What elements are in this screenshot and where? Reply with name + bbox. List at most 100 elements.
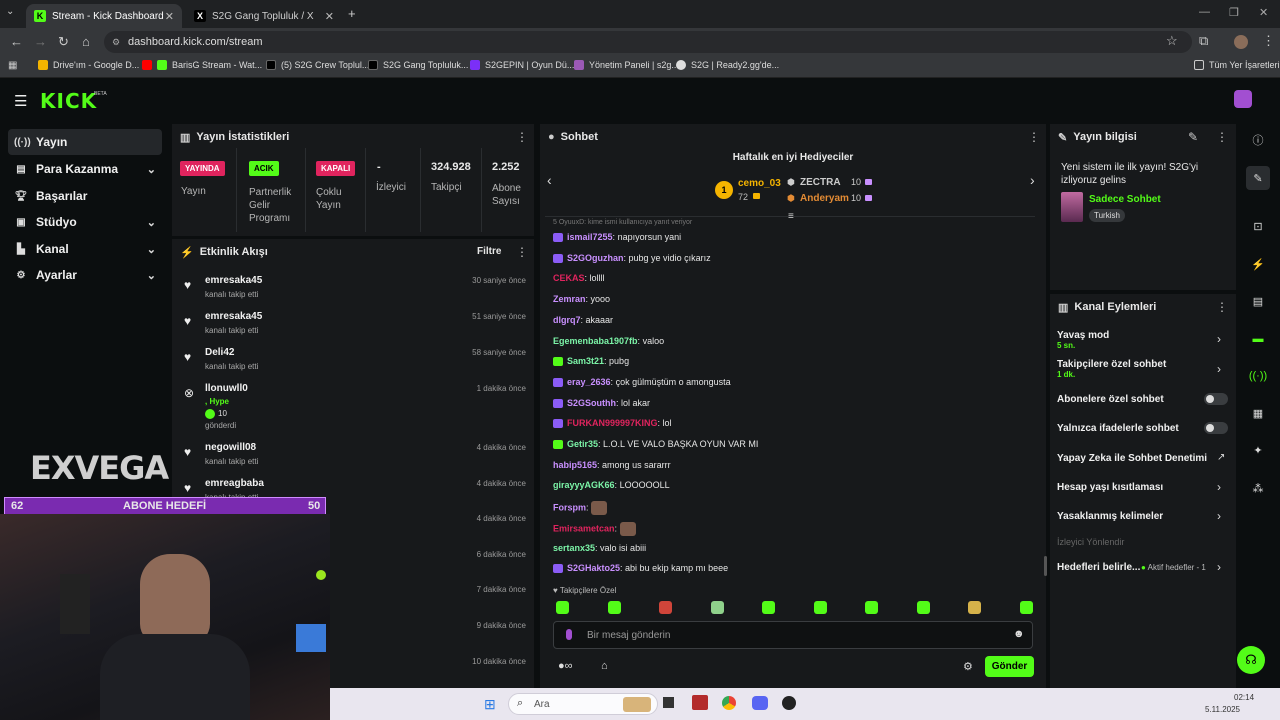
activity-item[interactable]: ♥ Deli42 kanalı takip etti 58 saniye önce: [180, 344, 530, 380]
quick-emote[interactable]: [813, 601, 827, 614]
capture-icon[interactable]: ⊡: [1246, 214, 1270, 238]
bookmark-star-icon[interactable]: ☆: [1166, 33, 1178, 49]
tab-kick-dashboard[interactable]: K Stream - Kick Dashboard ✕: [26, 4, 182, 28]
forward-icon[interactable]: →: [34, 34, 47, 49]
extensions-icon[interactable]: ⧉: [1199, 33, 1208, 49]
external-link-icon[interactable]: ↗: [1217, 452, 1225, 463]
activity-user[interactable]: emresaka45: [205, 311, 262, 322]
hamburger-menu-icon[interactable]: ☰: [14, 92, 27, 110]
bookmark-x-crew[interactable]: (5) S2G Crew Toplul...: [266, 60, 369, 70]
chat-message[interactable]: S2GHakto25: abi bu ekip kamp mı beee: [553, 563, 728, 574]
quick-emote[interactable]: [659, 601, 672, 614]
slow-mode-item[interactable]: Yavaş mod 5 sn.: [1057, 330, 1109, 350]
chevron-right-icon[interactable]: ›: [1217, 480, 1221, 494]
chat-message[interactable]: S2GSouthh: lol akar: [553, 398, 650, 408]
quick-emote[interactable]: [916, 601, 930, 614]
browser-menu-icon[interactable]: ⋮: [1262, 33, 1275, 49]
chat-icon[interactable]: ▬: [1246, 327, 1270, 351]
sidebar-item-yayin[interactable]: ((·)) Yayın: [8, 129, 162, 155]
chat-message[interactable]: eray_2636: çok gülmüştüm o amongusta: [553, 377, 731, 388]
bookmark-panel[interactable]: Yönetim Paneli | s2g...: [574, 60, 679, 70]
chevron-left-icon[interactable]: ‹: [547, 172, 552, 188]
quick-emote[interactable]: [1019, 601, 1033, 614]
bolt-icon[interactable]: ⚡: [1246, 252, 1270, 276]
broadcast-icon[interactable]: ((·)): [1246, 364, 1270, 388]
chat-username[interactable]: Sam3t21: [567, 356, 604, 366]
chat-username[interactable]: sertanx35: [553, 543, 595, 553]
followers-only-item[interactable]: Takipçilere özel sohbet 1 dk.: [1057, 359, 1166, 379]
kicks-icon[interactable]: ●∞: [558, 660, 573, 672]
sidebar-item-basarilar[interactable]: 🏆︎ Başarılar: [8, 183, 162, 209]
chat-message[interactable]: dlgrq7: akaaar: [553, 315, 613, 325]
chat-message[interactable]: Forspm:: [553, 501, 608, 516]
chat-menu-icon[interactable]: ⋮: [1028, 130, 1040, 144]
quick-emote[interactable]: [710, 601, 724, 614]
chrome-icon[interactable]: [722, 696, 736, 710]
quick-emote[interactable]: [762, 601, 775, 614]
quick-emote[interactable]: [607, 601, 621, 614]
banned-words-item[interactable]: Yasaklanmış kelimeler: [1057, 511, 1163, 522]
window-close-icon[interactable]: ✕: [1259, 6, 1268, 19]
info-icon[interactable]: ⓘ: [1246, 128, 1270, 152]
community-icon[interactable]: ⁂: [1246, 476, 1270, 500]
chat-message[interactable]: Sam3t21: pubg: [553, 356, 629, 367]
layout-icon[interactable]: ▦: [1246, 401, 1270, 425]
notes-icon[interactable]: ▤: [1246, 289, 1270, 313]
chat-username[interactable]: Getir35: [567, 439, 598, 449]
send-button[interactable]: Gönder: [985, 656, 1034, 677]
reload-icon[interactable]: ↻: [58, 34, 69, 50]
chevron-right-icon[interactable]: ›: [1217, 362, 1221, 376]
chevron-right-icon[interactable]: ›: [1217, 332, 1221, 346]
set-goals-item[interactable]: Hedefleri belirle...: [1057, 562, 1140, 573]
store-icon[interactable]: ⌂: [601, 660, 608, 672]
ai-moderation-item[interactable]: Yapay Zeka ile Sohbet Denetimi: [1057, 453, 1207, 464]
emotes-only-toggle[interactable]: [1204, 422, 1228, 434]
bookmark-ready2gg[interactable]: S2G | Ready2.gg'de...: [676, 60, 779, 70]
close-icon[interactable]: ✕: [325, 10, 334, 23]
chat-message[interactable]: Getir35: L.O.L VE VALO BAŞKA OYUN VAR MI: [553, 439, 758, 450]
bookmark-x-gang[interactable]: S2G Gang Topluluk...: [368, 60, 468, 70]
chat-username[interactable]: girayyyAGK66: [553, 480, 615, 490]
chat-username[interactable]: Forspm: [553, 502, 586, 512]
back-icon[interactable]: ←: [10, 34, 23, 49]
clock-time[interactable]: 02:14: [1234, 693, 1254, 702]
stats-menu-icon[interactable]: ⋮: [516, 130, 528, 144]
site-info-icon[interactable]: ⚙: [112, 31, 120, 53]
chat-message[interactable]: FURKAN999997KING: lol: [553, 418, 672, 429]
new-tab-icon[interactable]: +: [348, 6, 356, 21]
discord-icon[interactable]: [752, 696, 768, 710]
maximize-icon[interactable]: ❐: [1229, 6, 1239, 19]
chevron-right-icon[interactable]: ›: [1030, 172, 1035, 188]
bookmark-drive[interactable]: Drive'ım - Google D...: [38, 60, 139, 70]
chat-username[interactable]: FURKAN999997KING: [567, 418, 658, 428]
activity-user[interactable]: negowill08: [205, 442, 256, 453]
app-badge-icon[interactable]: [692, 695, 708, 710]
activity-item[interactable]: ♥ emresaka45 kanalı takip etti 51 saniye ön…: [180, 308, 530, 344]
apps-icon[interactable]: ▦: [8, 60, 17, 71]
activity-item[interactable]: ⊗ llonuwll0 , Hype 10 gönderdi 1 dakika önce: [180, 380, 530, 430]
emoji-icon[interactable]: ☻: [1013, 628, 1025, 640]
stream-info-menu-icon[interactable]: ⋮: [1216, 130, 1228, 144]
app-icon[interactable]: [782, 696, 796, 710]
tools-icon[interactable]: ✦: [1246, 438, 1270, 462]
activity-user[interactable]: emreagbaba: [205, 478, 264, 489]
chat-settings-icon[interactable]: ⚙: [963, 660, 973, 673]
chat-username[interactable]: habip5165: [553, 460, 597, 470]
url-field[interactable]: ⚙ dashboard.kick.com/stream: [104, 31, 1192, 53]
home-icon[interactable]: ⌂: [82, 34, 90, 49]
chevron-right-icon[interactable]: ›: [1217, 509, 1221, 523]
chat-message[interactable]: girayyyAGK66: LOOOOOLL: [553, 480, 670, 490]
activity-item[interactable]: ♥ emresaka45 kanalı takip etti 30 saniye ön…: [180, 272, 530, 308]
taskbar-search[interactable]: ⌕ Ara: [508, 693, 658, 715]
all-bookmarks[interactable]: Tüm Yer İşaretleri: [1194, 60, 1280, 70]
quick-emote[interactable]: [556, 601, 569, 614]
clock-date[interactable]: 5.11.2025: [1205, 705, 1240, 714]
minimize-icon[interactable]: —: [1199, 6, 1210, 18]
chat-message[interactable]: ismail7255: napıyorsun yani: [553, 232, 681, 243]
windows-start-icon[interactable]: ⊞: [484, 696, 496, 713]
chat-username[interactable]: Egemenbaba1907fb: [553, 336, 638, 346]
chat-username[interactable]: dlgrq7: [553, 315, 581, 325]
chat-input[interactable]: Bir mesaj gönderin ☻: [553, 621, 1033, 649]
chat-username[interactable]: ismail7255: [567, 232, 613, 242]
activity-user[interactable]: emresaka45: [205, 275, 262, 286]
